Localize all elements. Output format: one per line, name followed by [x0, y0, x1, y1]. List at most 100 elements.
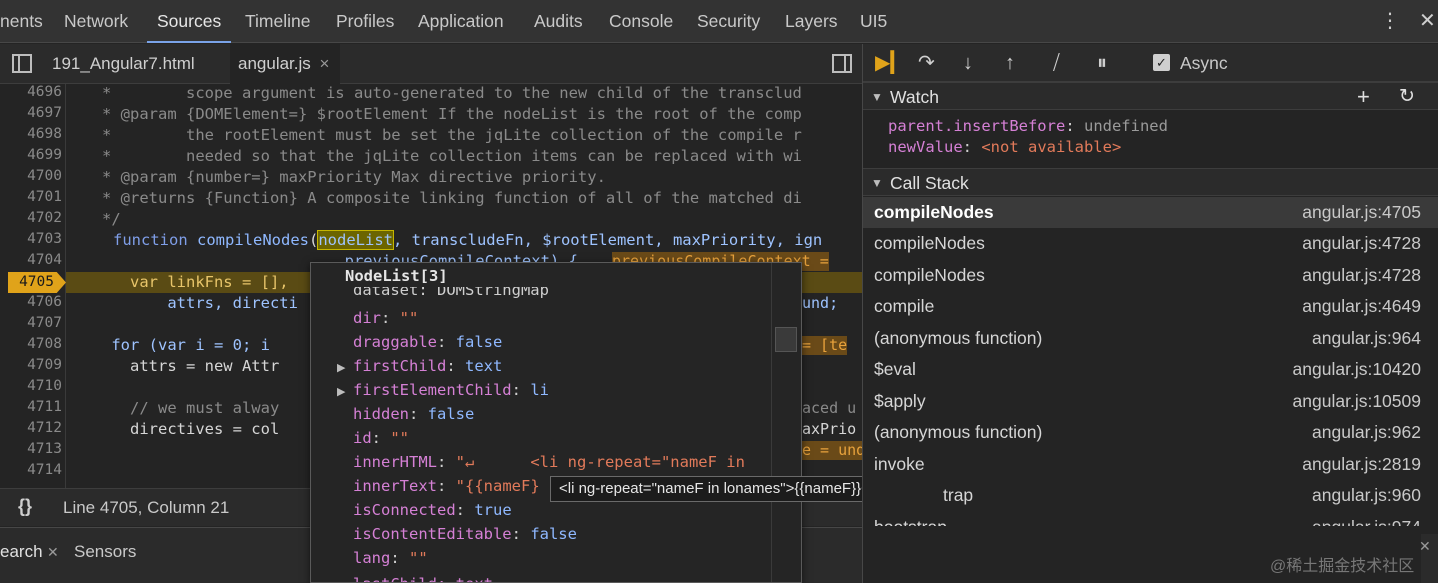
callstack-frame[interactable]: compile angular.js:4649 — [863, 291, 1438, 322]
keyword: function — [113, 231, 188, 249]
callstack-frame[interactable]: $eval angular.js:10420 — [863, 354, 1438, 385]
line-number[interactable]: 4709 — [0, 357, 62, 373]
tab-elements[interactable]: nents — [0, 0, 43, 43]
callstack-frame[interactable]: (anonymous function) angular.js:964 — [863, 323, 1438, 354]
code-line: attrs, directi — [74, 294, 298, 312]
property-row[interactable]: dir: "" — [353, 309, 418, 327]
property-row: dataset: DOMStringMap — [353, 287, 549, 299]
watch-expression[interactable]: parent.insertBefore: undefined — [888, 117, 1168, 135]
property-row[interactable]: firstElementChild: li — [353, 381, 549, 399]
file-tab-html[interactable]: 191_Angular7.html — [52, 44, 195, 84]
callstack-header[interactable]: ▼ Call Stack — [863, 168, 1438, 196]
line-number[interactable]: 4713 — [0, 441, 62, 457]
line-number[interactable]: 4712 — [0, 420, 62, 436]
property-row[interactable]: hidden: false — [353, 405, 474, 423]
inline-value: aced u — [802, 399, 857, 417]
watch-title: Watch — [890, 87, 939, 107]
close-panel-icon[interactable]: ✕ — [1419, 538, 1431, 555]
refresh-icon[interactable]: ↻ — [1399, 83, 1415, 111]
callstack-frame[interactable]: compileNodes angular.js:4705 — [863, 197, 1438, 228]
line-number[interactable]: 4698 — [0, 126, 62, 142]
callstack-frame[interactable]: invoke angular.js:2819 — [863, 449, 1438, 480]
property-row[interactable]: isContentEditable: false — [353, 525, 577, 543]
close-tab-icon[interactable]: × — [320, 54, 330, 73]
main-tab-bar: nents Network Sources Timeline Profiles … — [0, 0, 1438, 43]
object-popover[interactable]: NodeList[3] dataset: DOMStringMap dir: "… — [310, 262, 802, 583]
line-number[interactable]: 4704 — [0, 252, 62, 268]
toggle-navigator-icon[interactable] — [12, 54, 32, 73]
popover-scrollbar[interactable] — [771, 263, 801, 582]
file-tab-angular[interactable]: angular.js × — [230, 44, 340, 84]
property-row[interactable]: lang: "" — [353, 549, 428, 567]
line-number[interactable]: 4707 — [0, 315, 62, 331]
tab-sources[interactable]: Sources — [146, 0, 232, 43]
step-out-icon[interactable]: ↑ — [1005, 44, 1015, 82]
tab-ui5[interactable]: UI5 — [860, 0, 887, 43]
code-line: * the rootElement must be set the jqLite… — [74, 126, 802, 144]
expand-triangle-icon[interactable]: ▶ — [337, 385, 345, 398]
line-number[interactable]: 4710 — [0, 378, 62, 394]
close-icon[interactable]: ✕ — [1419, 0, 1436, 43]
property-row[interactable]: id: "" — [353, 429, 409, 447]
popover-scroll-thumb[interactable] — [775, 327, 797, 352]
callstack-frame[interactable]: compileNodes angular.js:4728 — [863, 260, 1438, 291]
pretty-print-button[interactable]: {} — [18, 496, 32, 517]
watch-expression[interactable]: newValue: <not available> — [888, 138, 1121, 156]
step-over-icon[interactable]: ↷ — [918, 44, 935, 82]
line-number[interactable]: 4696 — [0, 84, 62, 100]
async-checkbox[interactable]: ✓ — [1153, 54, 1170, 71]
callstack-frame[interactable]: $apply angular.js:10509 — [863, 386, 1438, 417]
drawer-tab-search[interactable]: earch — [0, 542, 43, 562]
tab-audits[interactable]: Audits — [534, 0, 583, 43]
more-options-icon[interactable]: ⋮ — [1380, 0, 1400, 43]
innertext-tooltip: <li ng-repeat="nameF in lonames">{{nameF… — [550, 476, 899, 502]
hovered-variable[interactable]: nodeList — [317, 230, 394, 250]
line-number[interactable]: 4706 — [0, 294, 62, 310]
line-number[interactable]: 4711 — [0, 399, 62, 415]
line-number[interactable]: 4708 — [0, 336, 62, 352]
line-number[interactable]: 4700 — [0, 168, 62, 184]
drawer-tab-sensors[interactable]: Sensors — [74, 542, 136, 562]
collapse-triangle-icon[interactable]: ▼ — [871, 169, 883, 197]
property-row[interactable]: isConnected: true — [353, 501, 512, 519]
tab-profiles[interactable]: Profiles — [336, 0, 394, 43]
line-number[interactable]: 4699 — [0, 147, 62, 163]
tab-application[interactable]: Application — [418, 0, 504, 43]
toggle-debugger-icon[interactable] — [832, 54, 852, 73]
deactivate-breakpoints-icon[interactable]: ⧸ — [1053, 44, 1060, 82]
property-row[interactable]: innerHTML: "↵ <li ng-repeat="nameF in — [353, 453, 745, 471]
code-line: attrs = new Attr — [74, 357, 280, 375]
debugger-sidebar: ▶▎ ↷ ↓ ↑ ⧸ ⏸ ✓ Async ▼ Watch + ↻ parent.… — [862, 44, 1438, 583]
breakpoint-marker[interactable]: 4705 — [8, 272, 66, 293]
step-into-icon[interactable]: ↓ — [963, 44, 973, 82]
watch-header[interactable]: ▼ Watch + ↻ — [863, 82, 1438, 110]
callstack-frame[interactable]: (anonymous function) angular.js:962 — [863, 417, 1438, 448]
line-number[interactable]: 4714 — [0, 462, 62, 478]
resume-icon[interactable]: ▶▎ — [875, 44, 906, 82]
tab-layers[interactable]: Layers — [785, 0, 838, 43]
line-number[interactable]: 4697 — [0, 105, 62, 121]
tab-timeline[interactable]: Timeline — [245, 0, 310, 43]
code-line: * scope argument is auto-generated to th… — [74, 84, 802, 102]
close-drawer-tab-icon[interactable]: ✕ — [47, 544, 59, 561]
inline-value: = [te — [802, 336, 848, 355]
collapse-triangle-icon[interactable]: ▼ — [871, 83, 883, 111]
tab-security[interactable]: Security — [697, 0, 760, 43]
tab-console[interactable]: Console — [609, 0, 673, 43]
line-number[interactable]: 4701 — [0, 189, 62, 205]
code-line: directives = col — [74, 420, 280, 438]
callstack-frame[interactable]: compileNodes angular.js:4728 — [863, 228, 1438, 259]
property-row[interactable]: draggable: false — [353, 333, 502, 351]
line-number[interactable]: 4702 — [0, 210, 62, 226]
property-row[interactable]: innerText: "{{nameF} — [353, 477, 540, 495]
pause-on-exceptions-icon[interactable]: ⏸ — [1097, 44, 1107, 82]
property-row[interactable]: firstChild: text — [353, 357, 502, 375]
line-number[interactable]: 4703 — [0, 231, 62, 247]
add-watch-icon[interactable]: + — [1357, 83, 1370, 111]
expand-triangle-icon[interactable]: ▶ — [337, 361, 345, 374]
callstack-frame[interactable]: bootstrapangular.js:974 — [863, 512, 1438, 526]
popover-title: NodeList[3] — [345, 267, 448, 285]
tab-network[interactable]: Network — [64, 0, 128, 43]
code-line: * @param {DOMElement=} $rootElement If t… — [74, 105, 802, 123]
callstack-frame[interactable]: trap angular.js:960 — [863, 480, 1438, 511]
